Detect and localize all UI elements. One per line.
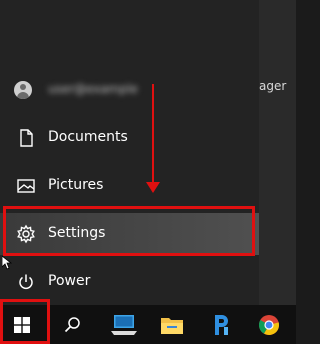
menu-item-pictures[interactable]: Pictures — [0, 165, 259, 207]
menu-item-settings[interactable]: Settings — [0, 213, 259, 255]
search-icon — [64, 317, 80, 333]
pd-app-icon — [215, 315, 228, 335]
taskbar-chrome[interactable] — [247, 305, 291, 344]
search-button[interactable] — [50, 305, 94, 344]
menu-item-documents[interactable]: Documents — [0, 117, 259, 159]
screen: user@example Documents Pictures Settings… — [0, 0, 296, 344]
start-menu: user@example Documents Pictures Settings… — [0, 0, 259, 305]
taskbar-this-pc[interactable] — [103, 305, 147, 344]
user-name: user@example — [48, 82, 138, 96]
taskbar-pd-app[interactable] — [199, 305, 243, 344]
desktop-area: ager — [259, 0, 296, 305]
menu-item-settings-label: Settings — [48, 225, 106, 241]
menu-item-power[interactable]: Power — [0, 261, 259, 303]
desktop-partial-text: ager — [259, 79, 287, 93]
annotation-arrow-line — [152, 84, 154, 182]
this-pc-icon — [111, 315, 137, 335]
start-button[interactable] — [0, 305, 44, 344]
taskbar-file-explorer[interactable] — [151, 305, 195, 344]
taskbar — [0, 305, 296, 344]
user-account-item[interactable]: user@example — [0, 72, 259, 108]
menu-item-documents-label: Documents — [48, 129, 128, 145]
menu-item-pictures-label: Pictures — [48, 177, 104, 193]
gear-icon — [17, 224, 35, 244]
menu-item-power-label: Power — [48, 273, 91, 289]
mouse-cursor-icon — [2, 256, 12, 270]
chrome-icon — [259, 315, 280, 336]
power-icon — [19, 274, 33, 290]
user-avatar-icon — [14, 81, 32, 99]
file-explorer-icon — [161, 318, 183, 334]
annotation-arrow-head — [146, 182, 160, 193]
pictures-icon — [17, 179, 35, 193]
windows-start-icon — [14, 317, 30, 333]
document-icon — [20, 129, 33, 147]
